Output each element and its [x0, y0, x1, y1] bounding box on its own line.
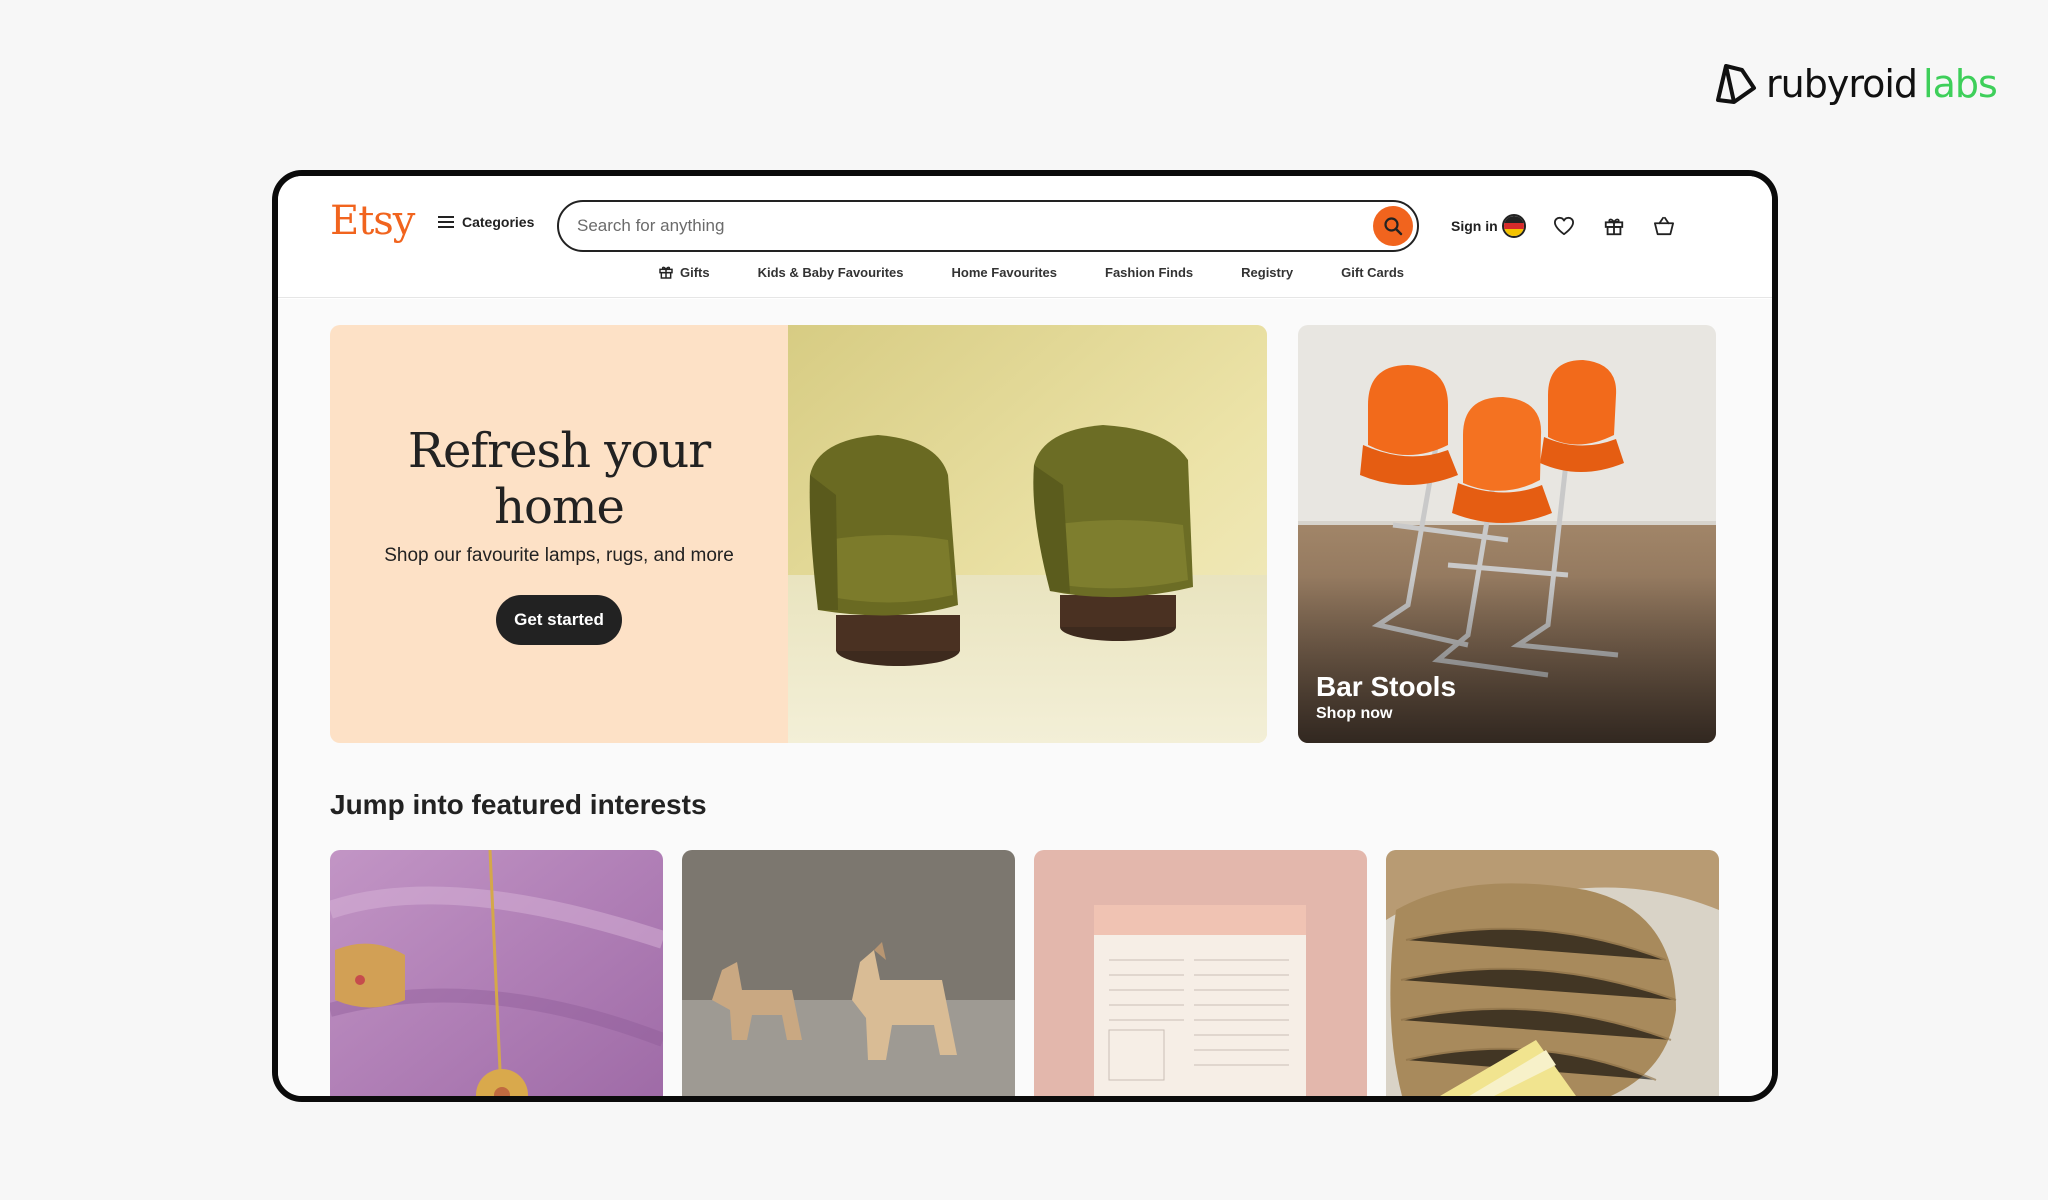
hero-text: Refresh your home Shop our favourite lam…: [330, 325, 788, 743]
region-button[interactable]: [1500, 212, 1528, 240]
promo-caption: Bar Stools Shop now: [1316, 671, 1456, 723]
rubyroid-labs-logo: rubyroid labs: [1712, 56, 1998, 112]
menu-icon: [438, 216, 454, 228]
flag-de-icon: [1502, 214, 1526, 238]
cart-button[interactable]: [1650, 212, 1678, 240]
categories-button[interactable]: Categories: [438, 214, 534, 230]
categories-label: Categories: [462, 214, 535, 230]
interest-tile-jewelry[interactable]: [330, 850, 663, 1096]
promo-title: Bar Stools: [1316, 671, 1457, 702]
featured-interests-heading: Jump into featured interests: [330, 789, 707, 820]
basket-icon: [1653, 216, 1674, 236]
rubyroid-logo-icon: [1716, 64, 1756, 104]
nav-fashion-finds[interactable]: Fashion Finds: [1105, 260, 1193, 284]
nav-registry[interactable]: Registry: [1241, 260, 1293, 284]
armchairs-image: [788, 325, 1267, 743]
interest-tile-bags[interactable]: [1386, 850, 1719, 1096]
sign-in-link[interactable]: Sign in: [1451, 218, 1498, 234]
search-input[interactable]: [577, 214, 1337, 238]
category-nav: Gifts Kids & Baby Favourites Home Favour…: [278, 260, 1772, 284]
nav-label: Gifts: [679, 264, 710, 280]
nav-gifts[interactable]: Gifts: [658, 260, 710, 284]
hero-subtitle: Shop our favourite lamps, rugs, and more: [384, 545, 734, 566]
search-icon: [1384, 217, 1403, 236]
gift-button[interactable]: [1600, 212, 1628, 240]
interest-tile-toys[interactable]: [682, 850, 1015, 1096]
nav-gift-cards[interactable]: Gift Cards: [1341, 260, 1404, 284]
shop-now-link[interactable]: Shop now: [1316, 705, 1456, 723]
main-content: Refresh your home Shop our favourite lam…: [278, 299, 1772, 1096]
nav-home-favourites[interactable]: Home Favourites: [952, 260, 1057, 284]
jewelry-image: [330, 850, 663, 1096]
etsy-logo[interactable]: Etsy: [330, 198, 415, 244]
heart-icon: [1553, 216, 1574, 236]
brand-part2: labs: [1923, 62, 1998, 106]
interest-tile-planner[interactable]: [1034, 850, 1367, 1096]
browser-frame: Etsy Categories Sign in: [272, 170, 1778, 1102]
get-started-button[interactable]: Get started: [496, 595, 622, 645]
brand-part1: rubyroid: [1766, 62, 1918, 106]
nav-kids-baby[interactable]: Kids & Baby Favourites: [758, 260, 904, 284]
wooden-horses-image: [682, 850, 1015, 1096]
favorites-button[interactable]: [1550, 212, 1578, 240]
bar-stools-promo[interactable]: Bar Stools Shop now: [1298, 325, 1716, 743]
search-button[interactable]: [1373, 206, 1413, 246]
site-header: Etsy Categories Sign in: [278, 176, 1772, 298]
hero-title: Refresh your home: [407, 423, 711, 535]
hero-banner[interactable]: Refresh your home Shop our favourite lam…: [330, 325, 1267, 743]
gift-icon: [1604, 218, 1624, 236]
search-bar: [557, 200, 1419, 252]
planner-image: [1034, 850, 1367, 1096]
woven-bag-image: [1386, 850, 1719, 1096]
gift-icon: [659, 266, 673, 279]
